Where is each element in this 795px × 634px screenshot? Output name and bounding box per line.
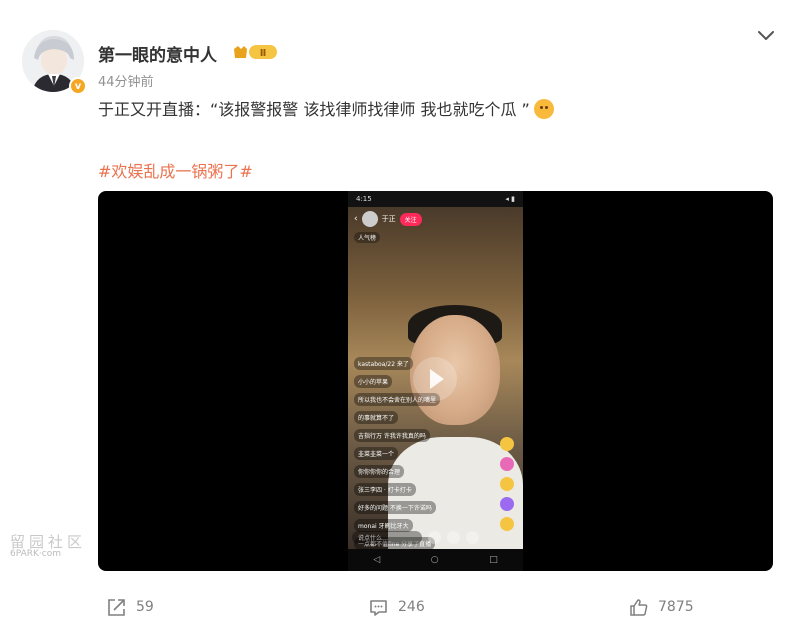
- play-button-icon[interactable]: [413, 357, 457, 401]
- like-button[interactable]: 7875: [628, 594, 694, 620]
- thumbs-up-icon: [630, 598, 648, 616]
- stream-share-icon: [428, 530, 441, 544]
- phone-status-icons: ◂ ▮: [505, 195, 515, 203]
- action-bar: 59 246 7875: [0, 594, 795, 620]
- forward-button[interactable]: 59: [106, 594, 154, 620]
- post-timestamp[interactable]: 44分钟前: [98, 71, 154, 90]
- stream-header: ‹ 于正 关注: [354, 211, 422, 227]
- watermark-cn: 留园社区: [10, 533, 87, 551]
- level-badge-icon: Ⅱ: [234, 45, 277, 59]
- gift-icon: [500, 457, 514, 471]
- streamer-avatar: [361, 211, 378, 227]
- post-text: 于正又开直播：“该报警报警 该找律师找律师 我也就吃个瓜 ”: [98, 96, 554, 120]
- stream-gift-icon: [447, 530, 460, 544]
- nav-home-icon: ○: [430, 555, 439, 565]
- forward-count: 59: [136, 599, 154, 615]
- video-player[interactable]: 4:15 ◂ ▮ ‹ 于正 关注 人气榜 kastaboa/22 来了 小小的苹…: [98, 191, 773, 571]
- gift-icon: [500, 497, 514, 511]
- popularity-rank: 人气榜: [354, 232, 381, 243]
- gift-animations: [500, 437, 516, 537]
- phone-nav-bar: ◁ ○ □: [348, 549, 523, 571]
- live-comment: 吉指行万 许我许我真的吗: [354, 429, 430, 442]
- watermark: 留园社区 6PARK·com: [10, 533, 87, 560]
- hashtag-link[interactable]: #欢娱乱成一锅粥了#: [98, 158, 253, 182]
- live-comment: 好多的问题 不换一下许诺吗: [354, 501, 436, 514]
- smirk-emoji-icon: [533, 99, 554, 119]
- comment-button[interactable]: 246: [368, 594, 425, 620]
- back-icon: ‹: [354, 214, 358, 224]
- nav-back-icon: ◁: [373, 555, 381, 565]
- live-comment: 你你你你的合理: [354, 465, 405, 478]
- gift-icon: [500, 437, 514, 451]
- live-comment: 韭菜韭菜一个: [354, 447, 399, 460]
- watermark-en: 6PARK·com: [10, 549, 61, 559]
- stream-comment-input: 说点什么…: [352, 530, 422, 544]
- live-comment: 小小的苹果: [354, 375, 393, 388]
- live-comment: kastaboa/22 来了: [354, 357, 413, 370]
- comment-count: 246: [398, 599, 425, 615]
- chevron-down-icon[interactable]: [755, 26, 777, 44]
- username[interactable]: 第一眼的意中人: [98, 41, 217, 66]
- phone-status-time: 4:15: [356, 195, 372, 203]
- stream-bottom-bar: 说点什么…: [352, 529, 519, 545]
- level-badge-text: Ⅱ: [260, 48, 267, 59]
- comment-icon: [370, 599, 387, 616]
- phone-status-bar: 4:15 ◂ ▮: [348, 191, 523, 207]
- forward-icon: [108, 598, 125, 616]
- verified-badge-icon: v: [69, 77, 87, 95]
- streamer-name: 于正: [381, 215, 396, 223]
- like-count: 7875: [658, 599, 694, 615]
- follow-button: 关注: [399, 212, 422, 226]
- stream-more-icon: [466, 530, 479, 544]
- weibo-post-card: v 第一眼的意中人 Ⅱ 44分钟前 于正又开直播：“该报警报警 该找律师找律师 …: [0, 0, 795, 634]
- post-text-content: 于正又开直播：“该报警报警 该找律师找律师 我也就吃个瓜 ”: [98, 100, 530, 119]
- gift-icon: [500, 477, 514, 491]
- live-comment: 的事就算不了: [354, 411, 399, 424]
- nav-recent-icon: □: [489, 555, 498, 565]
- live-comment: 张三李四 · 打卡打卡: [354, 483, 416, 496]
